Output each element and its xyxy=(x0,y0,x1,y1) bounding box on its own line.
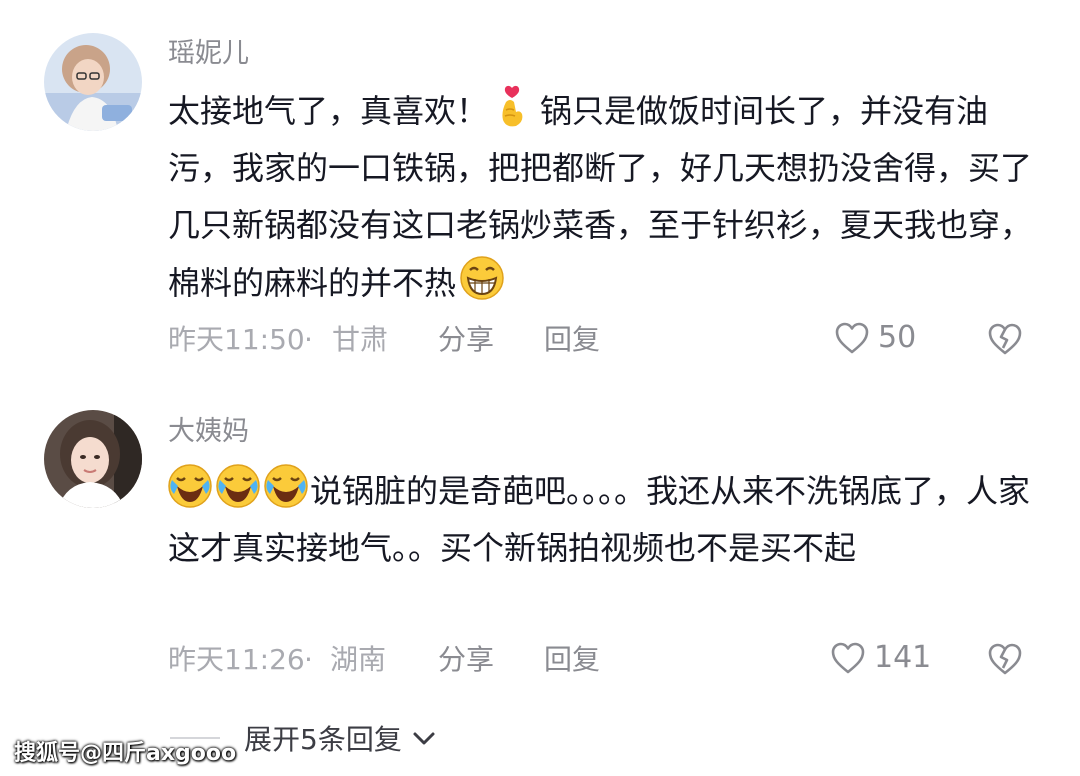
avatar[interactable] xyxy=(44,33,142,131)
avatar[interactable] xyxy=(44,410,142,508)
comment-item: 大姨妈 说锅脏的是奇葩吧。。。。我还从来不洗锅底了，人家这才真实接地气。。买个新… xyxy=(0,390,1080,700)
expand-replies-label: 展开5条回复 xyxy=(244,723,402,756)
chevron-down-icon xyxy=(413,732,435,745)
comment-text: 说锅脏的是奇葩吧。。。。我还从来不洗锅底了，人家这才真实接地气。。买个新锅拍视频… xyxy=(168,462,1038,577)
share-button[interactable]: 分享 xyxy=(438,320,494,360)
like-count: 50 xyxy=(878,320,917,355)
broken-heart-icon xyxy=(988,643,1022,675)
separator-dot: · xyxy=(304,643,313,676)
comment-text: 太接地气了，真喜欢！ 锅只是做饭时间长了，并没有油污，我家的一口铁锅，把把都断了… xyxy=(168,82,1038,312)
comment-time: 昨天11:50 xyxy=(168,323,305,356)
comment-username[interactable]: 大姨妈 xyxy=(168,416,249,448)
reply-button[interactable]: 回复 xyxy=(544,320,600,360)
comment-username[interactable]: 瑶妮儿 xyxy=(168,38,249,70)
rolling-laughing-emoji xyxy=(168,464,212,508)
heart-outline-icon xyxy=(831,642,865,673)
rolling-laughing-emoji xyxy=(264,464,308,508)
watermark-text: 搜狐号@四斤axgooo xyxy=(14,741,237,766)
reply-button[interactable]: 回复 xyxy=(544,640,600,680)
like-count: 141 xyxy=(874,640,932,675)
share-button[interactable]: 分享 xyxy=(438,640,494,680)
comment-time: 昨天11:26 xyxy=(168,643,305,676)
broken-heart-icon xyxy=(988,323,1022,355)
separator-dot: · xyxy=(304,323,313,356)
grinning-face-emoji xyxy=(460,256,504,300)
dislike-button[interactable] xyxy=(986,642,1024,680)
dislike-button[interactable] xyxy=(986,322,1024,360)
like-button[interactable]: 50 xyxy=(834,320,916,355)
heart-outline-icon xyxy=(835,322,869,353)
finger-heart-emoji xyxy=(502,85,523,127)
comment-text-part: 太接地气了，真喜欢！ xyxy=(168,92,489,130)
comment-item: 瑶妮儿 太接地气了，真喜欢！ 锅只是做饭时间长了，并没有油污，我家的一口铁锅，把… xyxy=(0,0,1080,390)
comment-location: 甘肃 xyxy=(332,323,389,356)
rolling-laughing-emoji xyxy=(216,464,260,508)
comment-location: 湖南 xyxy=(330,643,387,676)
like-button[interactable]: 141 xyxy=(830,640,931,675)
